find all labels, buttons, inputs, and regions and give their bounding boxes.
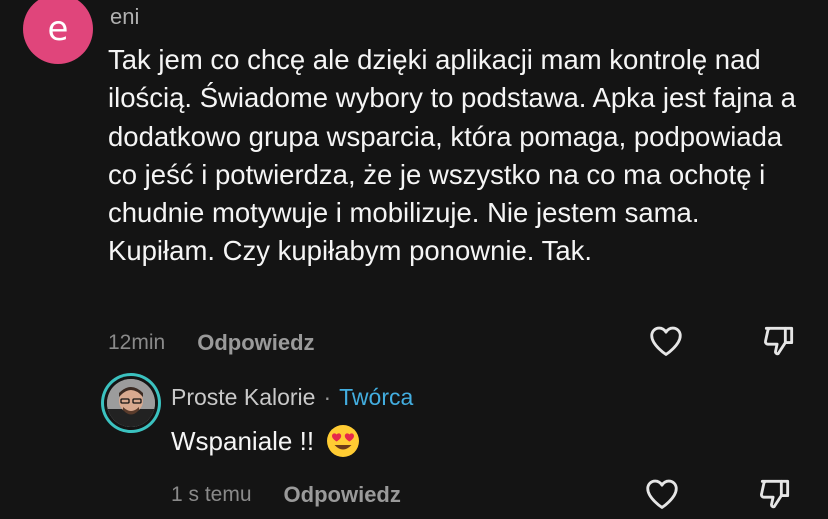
reply-button[interactable]: Odpowiedz bbox=[197, 330, 314, 356]
reply-thumb-down-icon[interactable] bbox=[756, 475, 794, 513]
reply-avatar[interactable] bbox=[101, 373, 161, 433]
reply-meta: 1 s temu Odpowiedz bbox=[171, 480, 401, 510]
reply-header: Proste Kalorie · Twórca bbox=[171, 384, 413, 411]
comment-text: Tak jem co chcę ale dzięki aplikacji mam… bbox=[108, 44, 796, 267]
reply-text: Wspaniale !! bbox=[171, 425, 315, 456]
comment-username[interactable]: eni bbox=[110, 4, 139, 30]
reply-heart-icon[interactable] bbox=[643, 475, 681, 513]
avatar-ring bbox=[104, 376, 158, 430]
reply-text-row: Wspaniale !! bbox=[171, 424, 360, 458]
commenter-avatar[interactable]: e bbox=[23, 0, 93, 64]
avatar-letter: e bbox=[47, 9, 69, 49]
avatar-photo bbox=[107, 379, 155, 427]
comment-meta: 12min Odpowiedz bbox=[108, 328, 315, 358]
comment-time: 12min bbox=[108, 331, 166, 354]
heart-eyes-emoji bbox=[326, 424, 360, 458]
reply-reply-button[interactable]: Odpowiedz bbox=[284, 482, 401, 508]
thumb-down-icon[interactable] bbox=[760, 322, 798, 360]
separator-dot: · bbox=[323, 384, 332, 410]
reply-time: 1 s temu bbox=[171, 483, 252, 506]
heart-icon[interactable] bbox=[647, 322, 685, 360]
reply-author[interactable]: Proste Kalorie bbox=[171, 384, 315, 411]
creator-badge: Twórca bbox=[339, 384, 414, 410]
